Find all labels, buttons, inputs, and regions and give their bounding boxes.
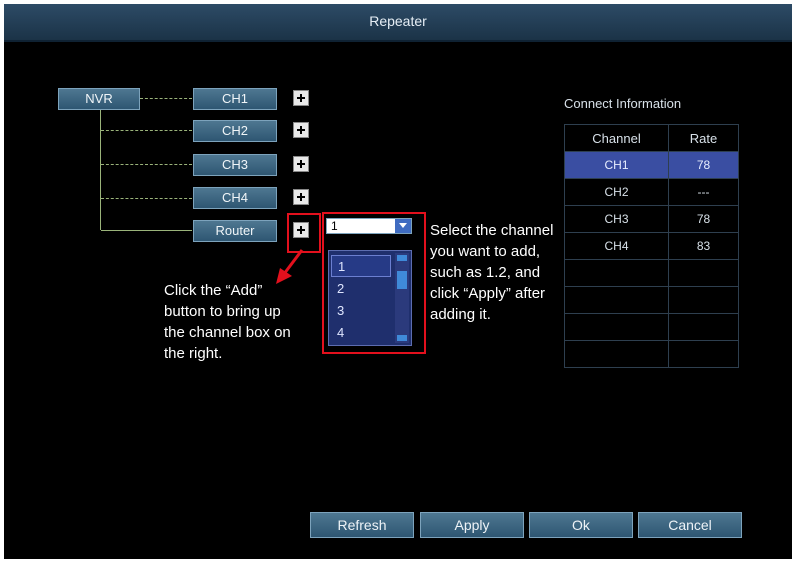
note-line: button to bring up bbox=[164, 303, 281, 320]
connect-information-table: Channel Rate CH1 78 CH2 --- CH3 78 CH4 8… bbox=[564, 124, 739, 368]
channel-option[interactable]: 2 bbox=[331, 278, 391, 300]
select-channel-note: Select the channel you want to add, such… bbox=[430, 220, 553, 325]
channel-node-ch2[interactable]: CH2 bbox=[193, 120, 277, 142]
cell-rate: 78 bbox=[668, 151, 739, 179]
link-nvr-ch1 bbox=[140, 98, 192, 99]
cell-channel bbox=[564, 313, 669, 341]
table-row bbox=[564, 259, 739, 287]
table-row[interactable]: CH4 83 bbox=[564, 232, 739, 260]
router-node[interactable]: Router bbox=[193, 220, 277, 242]
cell-rate bbox=[668, 313, 739, 341]
link-ch2 bbox=[101, 130, 192, 131]
nvr-node: NVR bbox=[58, 88, 140, 110]
channel-node-ch4[interactable]: CH4 bbox=[193, 187, 277, 209]
link-ch3 bbox=[101, 164, 192, 165]
cell-rate bbox=[668, 286, 739, 314]
add-ch2-button[interactable] bbox=[293, 122, 309, 138]
note-line: the channel box on bbox=[164, 324, 291, 341]
link-router bbox=[101, 230, 192, 231]
note-line: Click the “Add” bbox=[164, 282, 263, 299]
note-line: the right. bbox=[164, 345, 223, 362]
add-ch1-button[interactable] bbox=[293, 90, 309, 106]
refresh-button[interactable]: Refresh bbox=[310, 512, 414, 538]
cell-channel: CH3 bbox=[564, 205, 669, 233]
title-bar: Repeater bbox=[4, 4, 792, 42]
table-header-row: Channel Rate bbox=[564, 124, 739, 152]
add-button-highlight bbox=[287, 213, 321, 253]
cell-channel: CH4 bbox=[564, 232, 669, 260]
add-ch3-button[interactable] bbox=[293, 156, 309, 172]
cell-rate: 83 bbox=[668, 232, 739, 260]
channel-option[interactable]: 4 bbox=[331, 322, 391, 344]
channel-select[interactable]: 1 bbox=[326, 218, 412, 234]
channel-select-value: 1 bbox=[331, 219, 338, 233]
apply-button[interactable]: Apply bbox=[420, 512, 524, 538]
cell-rate: 78 bbox=[668, 205, 739, 233]
cell-rate bbox=[668, 259, 739, 287]
cell-rate: --- bbox=[668, 178, 739, 206]
note-line: Select the channel bbox=[430, 222, 554, 239]
table-row bbox=[564, 286, 739, 314]
channel-option[interactable]: 1 bbox=[331, 255, 391, 277]
table-row[interactable]: CH2 --- bbox=[564, 178, 739, 206]
scroll-down-icon[interactable] bbox=[397, 335, 407, 341]
scrollbar-thumb[interactable] bbox=[397, 271, 407, 289]
note-line: such as 1.2, and bbox=[430, 264, 541, 281]
table-row bbox=[564, 340, 739, 368]
cancel-button[interactable]: Cancel bbox=[638, 512, 742, 538]
channel-node-ch1[interactable]: CH1 bbox=[193, 88, 277, 110]
cell-rate bbox=[668, 340, 739, 368]
column-header-channel: Channel bbox=[564, 124, 669, 152]
cell-channel: CH1 bbox=[564, 151, 669, 179]
dropdown-scrollbar[interactable] bbox=[395, 253, 409, 343]
table-row[interactable]: CH3 78 bbox=[564, 205, 739, 233]
connect-information-title: Connect Information bbox=[564, 96, 682, 111]
tree-trunk bbox=[100, 109, 101, 230]
cell-channel bbox=[564, 340, 669, 368]
ok-button[interactable]: Ok bbox=[529, 512, 633, 538]
note-line: adding it. bbox=[430, 306, 491, 323]
channel-option[interactable]: 3 bbox=[331, 300, 391, 322]
table-row bbox=[564, 313, 739, 341]
channel-node-ch3[interactable]: CH3 bbox=[193, 154, 277, 176]
link-ch4 bbox=[101, 198, 192, 199]
cell-channel bbox=[564, 259, 669, 287]
cell-channel bbox=[564, 286, 669, 314]
scroll-up-icon[interactable] bbox=[397, 255, 407, 261]
table-row[interactable]: CH1 78 bbox=[564, 151, 739, 179]
add-button-note: Click the “Add” button to bring up the c… bbox=[164, 280, 291, 364]
add-ch4-button[interactable] bbox=[293, 189, 309, 205]
chevron-down-icon[interactable] bbox=[395, 219, 411, 233]
note-line: click “Apply” after bbox=[430, 285, 546, 302]
window-title: Repeater bbox=[369, 13, 427, 29]
channel-dropdown-list: 1 2 3 4 bbox=[328, 250, 412, 346]
cell-channel: CH2 bbox=[564, 178, 669, 206]
note-line: you want to add, bbox=[430, 243, 541, 260]
column-header-rate: Rate bbox=[668, 124, 739, 152]
